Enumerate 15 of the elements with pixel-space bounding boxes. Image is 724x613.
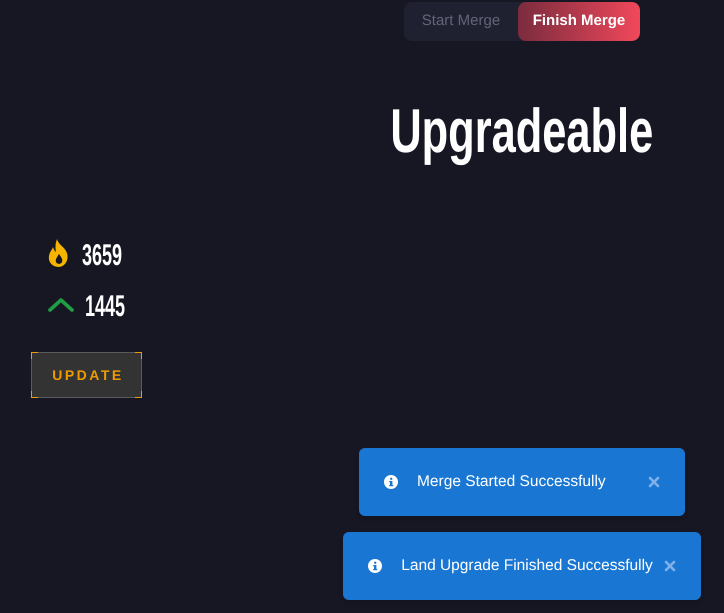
chevron-up-icon [48,298,74,312]
stat-value: 1445 [85,292,126,322]
update-button[interactable]: UPDATE [31,352,142,398]
toast-message: Merge Started Successfully [417,472,607,492]
info-icon [384,475,398,489]
section-heading: Upgradeable [390,101,654,163]
info-icon [368,559,382,573]
toast-message: Land Upgrade Finished Successfully [401,556,653,576]
close-icon [648,476,660,488]
close-button[interactable] [664,560,676,572]
flame-icon [48,239,70,267]
merge-tab[interactable]: Finish Merge [518,2,640,41]
close-button[interactable] [648,476,660,488]
close-icon [664,560,676,572]
stat-value: 3659 [82,240,122,270]
